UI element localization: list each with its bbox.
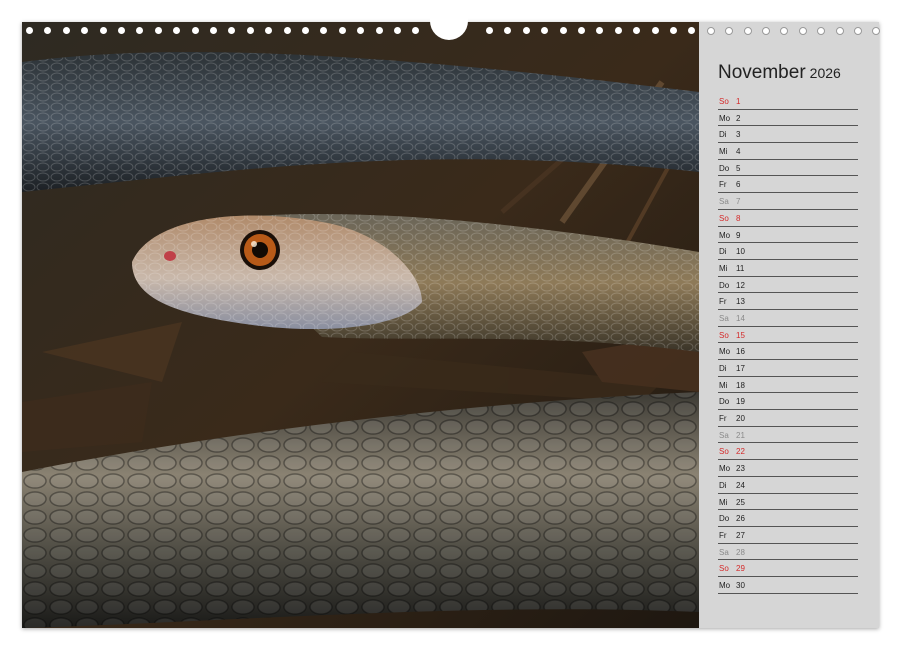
day-row: Fr 27 [718,527,858,544]
year-label: 2026 [809,65,841,81]
day-number: 1 [736,97,741,106]
day-row: So 22 [718,443,858,461]
day-row: Do 26 [718,510,858,527]
day-row: Mo 9 [718,227,858,244]
day-row: Sa 7 [718,193,858,210]
day-number: 7 [736,197,741,207]
weekday-label: Mo [719,347,731,357]
day-row: Do 19 [718,393,858,411]
day-row: Di 10 [718,243,858,260]
day-number: 17 [736,364,745,373]
weekday-label: So [719,97,729,106]
day-row: Mi 25 [718,494,858,511]
weekday-label: So [719,447,729,457]
day-row: Di 24 [718,477,858,494]
weekday-label: Fr [719,530,727,540]
day-number: 12 [736,280,745,290]
weekday-label: Do [719,163,730,173]
day-number: 4 [736,147,741,157]
calendar-page: November 2026 So 1 Mo 2 Di 3 Mi 4 Do 5 Fr 6 Sa 7 So 8 Mo 9… [22,22,879,628]
weekday-label: Mo [719,464,731,474]
day-number: 2 [736,113,741,123]
day-row: Fr 20 [718,410,858,427]
day-row: Sa 14 [718,310,858,327]
weekday-label: Sa [719,547,729,557]
day-row: Fr 13 [718,293,858,310]
weekday-label: Di [719,130,727,140]
weekday-label: So [719,330,729,340]
day-number: 28 [736,547,745,557]
weekday-label: Mo [719,113,731,123]
weekday-label: Fr [719,180,727,190]
weekday-label: Mi [719,263,728,273]
day-number: 13 [736,297,745,307]
day-number: 19 [736,397,745,407]
day-number: 22 [736,447,745,457]
weekday-label: Do [719,514,730,524]
day-number: 26 [736,514,745,524]
day-number: 5 [736,163,741,173]
month-name: November [718,62,806,83]
weekday-label: Mo [719,230,731,240]
day-row: Sa 21 [718,427,858,444]
weekday-label: Mi [719,380,728,390]
day-number: 20 [736,414,745,424]
weekday-label: So [719,564,729,574]
day-row: Mo 2 [718,110,858,127]
day-row: So 1 [718,93,858,110]
weekday-label: Di [719,480,727,490]
weekday-label: Mi [719,147,728,157]
day-row: Mo 16 [718,343,858,360]
day-number: 6 [736,180,741,190]
day-number: 3 [736,130,741,140]
weekday-label: Sa [719,430,729,440]
day-number: 9 [736,230,741,240]
day-row: Mi 4 [718,143,858,160]
snake-illustration [22,22,699,628]
day-number: 14 [736,313,745,323]
day-row: Fr 6 [718,176,858,194]
weekday-label: Fr [719,414,727,424]
snake-photo [22,22,699,628]
day-row: Mo 23 [718,460,858,477]
day-number: 23 [736,464,745,474]
weekday-label: Do [719,397,730,407]
day-row: Mi 11 [718,260,858,277]
weekday-label: Do [719,280,730,290]
day-row: Sa 28 [718,544,858,561]
day-number: 21 [736,430,745,440]
day-number: 10 [736,247,745,257]
day-list: So 1 Mo 2 Di 3 Mi 4 Do 5 Fr 6 Sa 7 So 8 Mo 9 Di 10 Mi 11 Do 12 F… [718,93,858,594]
day-row: Do 12 [718,277,858,294]
weekday-label: Sa [719,197,729,207]
weekday-label: Fr [719,297,727,307]
day-number: 8 [736,213,741,223]
day-row: Mo 30 [718,577,858,594]
day-row: So 15 [718,327,858,344]
day-number: 30 [736,580,745,590]
day-row: Do 5 [718,160,858,177]
day-number: 29 [736,564,745,574]
weekday-label: So [719,213,729,223]
day-number: 25 [736,497,745,507]
month-title: November 2026 [718,62,841,84]
day-number: 27 [736,530,745,540]
day-number: 16 [736,347,745,357]
day-row: Di 3 [718,126,858,144]
weekday-label: Di [719,247,727,257]
day-row: Mi 18 [718,377,858,394]
weekday-label: Mi [719,497,728,507]
weekday-label: Mo [719,580,731,590]
calendar-panel: November 2026 So 1 Mo 2 Di 3 Mi 4 Do 5 Fr 6 Sa 7 So 8 Mo 9… [699,22,879,628]
day-number: 11 [736,263,745,273]
weekday-label: Sa [719,313,729,323]
day-number: 15 [736,330,745,340]
day-row: So 8 [718,210,858,227]
weekday-label: Di [719,364,727,373]
day-row: Di 17 [718,360,858,377]
day-number: 24 [736,480,745,490]
day-row: So 29 [718,560,858,577]
day-number: 18 [736,380,745,390]
